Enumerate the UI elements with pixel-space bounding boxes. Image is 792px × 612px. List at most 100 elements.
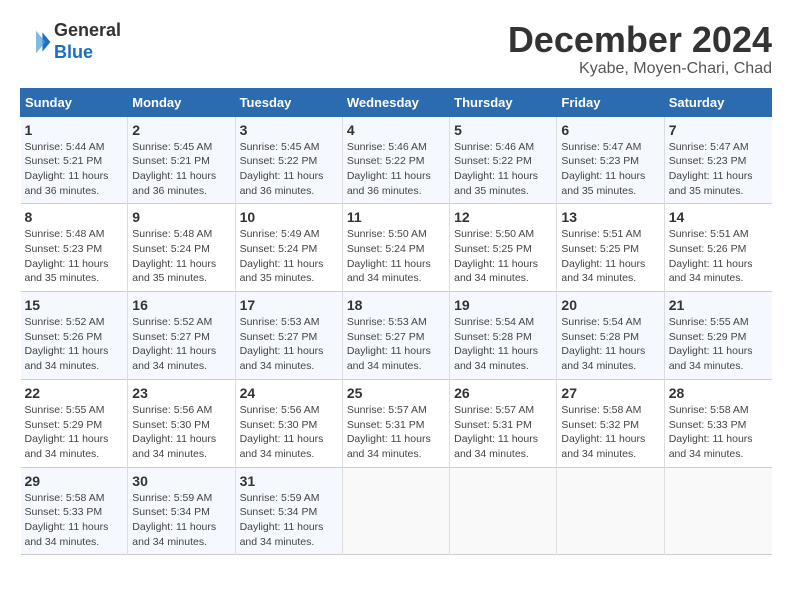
day-header-friday: Friday — [557, 88, 664, 116]
calendar-cell: 19 Sunrise: 5:54 AM Sunset: 5:28 PM Dayli… — [450, 292, 557, 380]
logo: General Blue — [20, 20, 121, 63]
day-info: Sunrise: 5:59 AM Sunset: 5:34 PM Dayligh… — [132, 491, 230, 550]
title-block: December 2024 Kyabe, Moyen-Chari, Chad — [508, 20, 772, 78]
day-info: Sunrise: 5:48 AM Sunset: 5:24 PM Dayligh… — [132, 227, 230, 286]
day-header-wednesday: Wednesday — [342, 88, 449, 116]
day-info: Sunrise: 5:58 AM Sunset: 5:33 PM Dayligh… — [669, 403, 768, 462]
day-number: 8 — [25, 209, 124, 225]
calendar-cell: 4 Sunrise: 5:46 AM Sunset: 5:22 PM Daylig… — [342, 116, 449, 204]
week-row-5: 29 Sunrise: 5:58 AM Sunset: 5:33 PM Dayli… — [21, 467, 772, 555]
calendar-cell — [557, 467, 664, 555]
day-number: 14 — [669, 209, 768, 225]
calendar-cell: 14 Sunrise: 5:51 AM Sunset: 5:26 PM Dayli… — [664, 204, 771, 292]
day-number: 4 — [347, 122, 445, 138]
calendar-cell: 9Sunrise: 5:48 AM Sunset: 5:24 PM Daylig… — [128, 204, 235, 292]
day-header-sunday: Sunday — [21, 88, 128, 116]
day-info: Sunrise: 5:57 AM Sunset: 5:31 PM Dayligh… — [454, 403, 552, 462]
calendar-cell: 29 Sunrise: 5:58 AM Sunset: 5:33 PM Dayli… — [21, 467, 128, 555]
calendar-cell: 25Sunrise: 5:57 AM Sunset: 5:31 PM Dayli… — [342, 379, 449, 467]
calendar-cell: 5Sunrise: 5:46 AM Sunset: 5:22 PM Daylig… — [450, 116, 557, 204]
day-info: Sunrise: 5:54 AM Sunset: 5:28 PM Dayligh… — [561, 315, 659, 374]
calendar-cell: 10 Sunrise: 5:49 AM Sunset: 5:24 PM Dayli… — [235, 204, 342, 292]
week-row-2: 8 Sunrise: 5:48 AM Sunset: 5:23 PM Daylig… — [21, 204, 772, 292]
day-number: 2 — [132, 122, 230, 138]
logo-blue: Blue — [54, 42, 121, 64]
day-info: Sunrise: 5:58 AM Sunset: 5:32 PM Dayligh… — [561, 403, 659, 462]
day-info: Sunrise: 5:59 AM Sunset: 5:34 PM Dayligh… — [240, 491, 338, 550]
day-info: Sunrise: 5:47 AM Sunset: 5:23 PM Dayligh… — [669, 140, 768, 199]
day-header-tuesday: Tuesday — [235, 88, 342, 116]
calendar-cell: 15 Sunrise: 5:52 AM Sunset: 5:26 PM Dayli… — [21, 292, 128, 380]
calendar-cell: 12 Sunrise: 5:50 AM Sunset: 5:25 PM Dayli… — [450, 204, 557, 292]
calendar-cell: 7 Sunrise: 5:47 AM Sunset: 5:23 PM Daylig… — [664, 116, 771, 204]
month-title: December 2024 — [508, 20, 772, 60]
day-number: 25 — [347, 385, 445, 401]
calendar-cell: 2Sunrise: 5:45 AM Sunset: 5:21 PM Daylig… — [128, 116, 235, 204]
day-info: Sunrise: 5:54 AM Sunset: 5:28 PM Dayligh… — [454, 315, 552, 374]
week-row-4: 22 Sunrise: 5:55 AM Sunset: 5:29 PM Dayli… — [21, 379, 772, 467]
calendar-cell: 11Sunrise: 5:50 AM Sunset: 5:24 PM Dayli… — [342, 204, 449, 292]
day-number: 24 — [240, 385, 338, 401]
day-info: Sunrise: 5:49 AM Sunset: 5:24 PM Dayligh… — [240, 227, 338, 286]
week-row-1: 1 Sunrise: 5:44 AM Sunset: 5:21 PM Daylig… — [21, 116, 772, 204]
day-info: Sunrise: 5:56 AM Sunset: 5:30 PM Dayligh… — [240, 403, 338, 462]
calendar-cell: 22 Sunrise: 5:55 AM Sunset: 5:29 PM Dayli… — [21, 379, 128, 467]
calendar-table: SundayMondayTuesdayWednesdayThursdayFrid… — [20, 88, 772, 556]
calendar-cell: 1 Sunrise: 5:44 AM Sunset: 5:21 PM Daylig… — [21, 116, 128, 204]
calendar-cell: 8 Sunrise: 5:48 AM Sunset: 5:23 PM Daylig… — [21, 204, 128, 292]
calendar-cell: 27 Sunrise: 5:58 AM Sunset: 5:32 PM Dayli… — [557, 379, 664, 467]
day-header-monday: Monday — [128, 88, 235, 116]
day-info: Sunrise: 5:48 AM Sunset: 5:23 PM Dayligh… — [25, 227, 124, 286]
day-number: 1 — [25, 122, 124, 138]
day-info: Sunrise: 5:51 AM Sunset: 5:25 PM Dayligh… — [561, 227, 659, 286]
calendar-cell: 31 Sunrise: 5:59 AM Sunset: 5:34 PM Dayli… — [235, 467, 342, 555]
day-number: 23 — [132, 385, 230, 401]
day-info: Sunrise: 5:58 AM Sunset: 5:33 PM Dayligh… — [25, 491, 124, 550]
day-number: 12 — [454, 209, 552, 225]
calendar-cell — [664, 467, 771, 555]
logo-general: General — [54, 20, 121, 42]
calendar-cell: 16 Sunrise: 5:52 AM Sunset: 5:27 PM Dayli… — [128, 292, 235, 380]
day-header-saturday: Saturday — [664, 88, 771, 116]
day-info: Sunrise: 5:45 AM Sunset: 5:22 PM Dayligh… — [240, 140, 338, 199]
day-number: 31 — [240, 473, 338, 489]
day-info: Sunrise: 5:51 AM Sunset: 5:26 PM Dayligh… — [669, 227, 768, 286]
day-number: 22 — [25, 385, 124, 401]
day-info: Sunrise: 5:55 AM Sunset: 5:29 PM Dayligh… — [25, 403, 124, 462]
logo-icon — [20, 26, 52, 58]
calendar-cell: 28Sunrise: 5:58 AM Sunset: 5:33 PM Dayli… — [664, 379, 771, 467]
calendar-cell: 17Sunrise: 5:53 AM Sunset: 5:27 PM Dayli… — [235, 292, 342, 380]
calendar-cell: 21 Sunrise: 5:55 AM Sunset: 5:29 PM Dayli… — [664, 292, 771, 380]
day-number: 29 — [25, 473, 124, 489]
day-number: 7 — [669, 122, 768, 138]
page-header: General Blue December 2024 Kyabe, Moyen-… — [20, 20, 772, 78]
day-number: 27 — [561, 385, 659, 401]
day-info: Sunrise: 5:53 AM Sunset: 5:27 PM Dayligh… — [347, 315, 445, 374]
calendar-cell: 20 Sunrise: 5:54 AM Sunset: 5:28 PM Dayli… — [557, 292, 664, 380]
header-row: SundayMondayTuesdayWednesdayThursdayFrid… — [21, 88, 772, 116]
day-info: Sunrise: 5:52 AM Sunset: 5:26 PM Dayligh… — [25, 315, 124, 374]
day-info: Sunrise: 5:52 AM Sunset: 5:27 PM Dayligh… — [132, 315, 230, 374]
day-info: Sunrise: 5:46 AM Sunset: 5:22 PM Dayligh… — [347, 140, 445, 199]
day-number: 26 — [454, 385, 552, 401]
day-number: 19 — [454, 297, 552, 313]
day-number: 13 — [561, 209, 659, 225]
day-number: 16 — [132, 297, 230, 313]
day-number: 30 — [132, 473, 230, 489]
day-number: 6 — [561, 122, 659, 138]
calendar-cell: 24 Sunrise: 5:56 AM Sunset: 5:30 PM Dayli… — [235, 379, 342, 467]
day-info: Sunrise: 5:55 AM Sunset: 5:29 PM Dayligh… — [669, 315, 768, 374]
day-number: 15 — [25, 297, 124, 313]
day-number: 10 — [240, 209, 338, 225]
calendar-cell: 13 Sunrise: 5:51 AM Sunset: 5:25 PM Dayli… — [557, 204, 664, 292]
calendar-cell: 30 Sunrise: 5:59 AM Sunset: 5:34 PM Dayli… — [128, 467, 235, 555]
calendar-cell: 3Sunrise: 5:45 AM Sunset: 5:22 PM Daylig… — [235, 116, 342, 204]
day-number: 20 — [561, 297, 659, 313]
day-number: 21 — [669, 297, 768, 313]
logo-text: General Blue — [54, 20, 121, 63]
calendar-cell: 18Sunrise: 5:53 AM Sunset: 5:27 PM Dayli… — [342, 292, 449, 380]
day-info: Sunrise: 5:44 AM Sunset: 5:21 PM Dayligh… — [25, 140, 124, 199]
day-number: 17 — [240, 297, 338, 313]
day-number: 5 — [454, 122, 552, 138]
day-info: Sunrise: 5:50 AM Sunset: 5:25 PM Dayligh… — [454, 227, 552, 286]
